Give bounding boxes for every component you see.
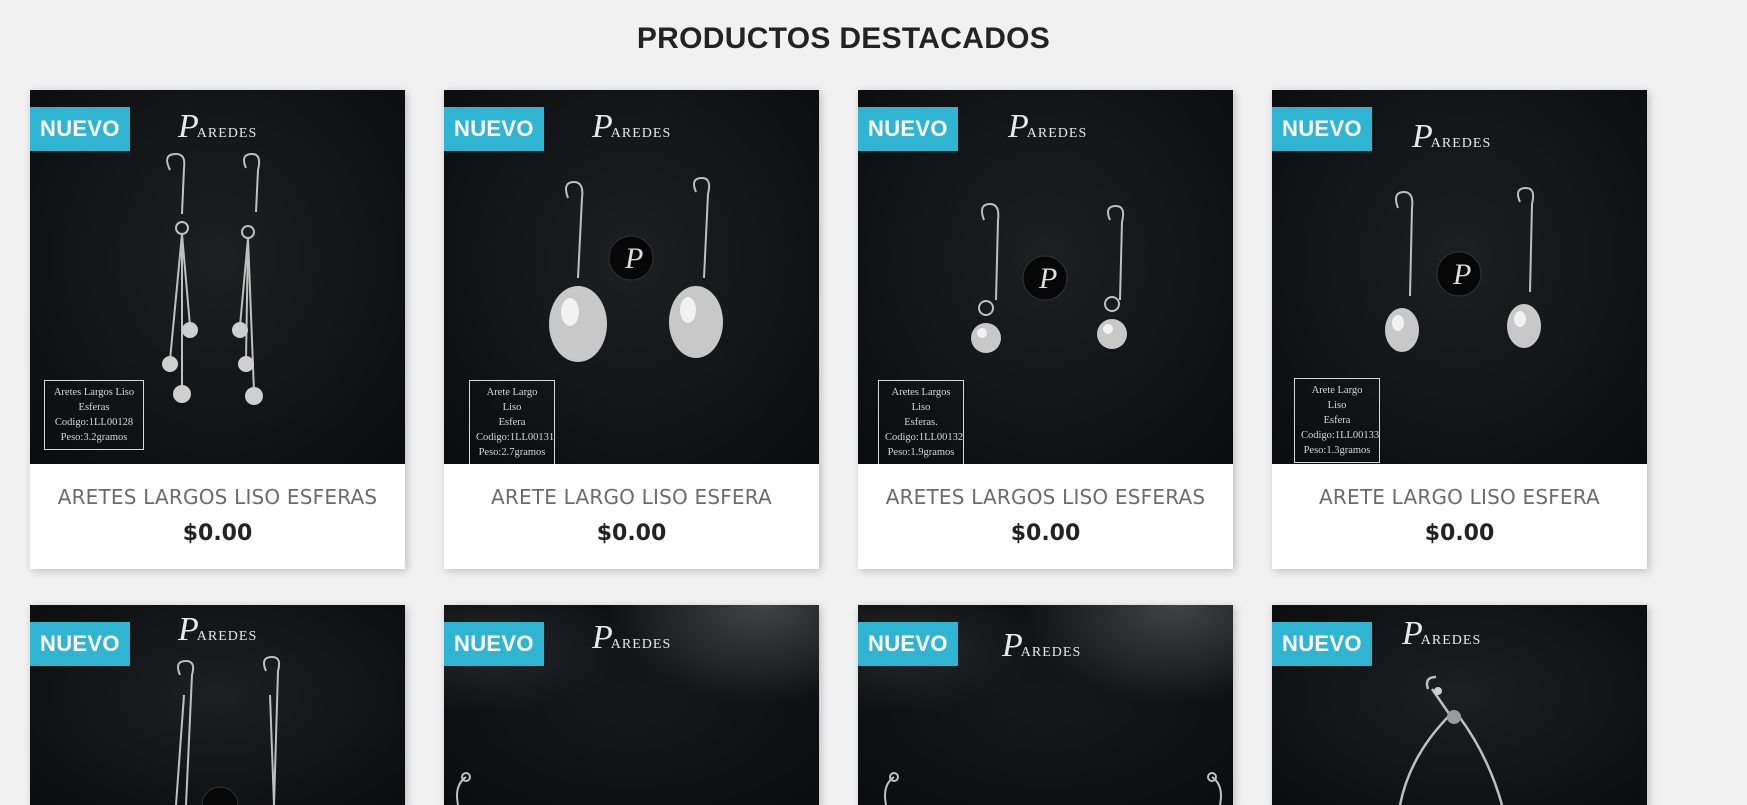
product-card[interactable]: NUEVO PAREDES P Arete Largo Liso Esfera … (1272, 90, 1647, 569)
product-image[interactable]: NUEVO PAREDES (858, 605, 1233, 805)
product-name[interactable]: ARETE LARGO LISO ESFERA (1272, 464, 1647, 509)
product-tag: Arete Largo Liso Esfera Codigo:1LL00133 … (1294, 378, 1380, 463)
product-tag: Aretes Largos Liso Esferas Codigo:1LL001… (44, 380, 144, 450)
svg-text:P: P (1038, 262, 1057, 295)
brand-logo: PAREDES (178, 611, 258, 648)
product-tag: Arete Largo Liso Esfera Codigo:1LL00131 … (469, 380, 555, 464)
product-card[interactable]: NUEVO PAREDES (444, 605, 819, 805)
new-badge: NUEVO (1272, 107, 1372, 151)
product-price: $0.00 (182, 521, 253, 546)
new-badge: NUEVO (30, 622, 130, 666)
product-image[interactable]: NUEVO PAREDES (30, 605, 405, 805)
new-badge: NUEVO (858, 622, 958, 666)
new-badge: NUEVO (858, 107, 958, 151)
product-card[interactable]: NUEVO PAREDES P Arete Largo Liso Esfera … (444, 90, 819, 569)
product-card[interactable]: NUEVO PAREDES P Aretes Largos Liso Esfer… (858, 90, 1233, 569)
svg-text:P: P (624, 242, 643, 275)
product-card[interactable]: NUEVO PAREDES (30, 605, 405, 805)
new-badge: NUEVO (1272, 622, 1372, 666)
product-name[interactable]: ARETES LARGOS LISO ESFERAS (30, 464, 405, 509)
product-image[interactable]: NUEVO PAREDES (1272, 605, 1647, 805)
product-tag: Aretes Largos Liso Esferas. Codigo:1LL00… (878, 380, 964, 464)
new-badge: NUEVO (30, 107, 130, 151)
new-badge: NUEVO (444, 107, 544, 151)
section-title: PRODUCTOS DESTACADOS (636, 22, 1051, 55)
product-price: $0.00 (1424, 521, 1495, 546)
brand-logo: PAREDES (1402, 615, 1482, 652)
product-price: $0.00 (596, 521, 667, 546)
product-grid: NUEVO PAREDES Aretes Largos Liso Esferas… (30, 90, 1647, 805)
product-card[interactable]: NUEVO PAREDES (858, 605, 1233, 805)
brand-logo: PAREDES (592, 108, 672, 145)
brand-logo: PAREDES (1412, 118, 1492, 155)
brand-logo: PAREDES (178, 108, 258, 145)
svg-text:P: P (1452, 258, 1471, 291)
brand-logo: PAREDES (1008, 108, 1088, 145)
product-image[interactable]: NUEVO PAREDES P Aretes Largos Liso Esfer… (858, 90, 1233, 464)
new-badge: NUEVO (444, 622, 544, 666)
product-price: $0.00 (1010, 521, 1081, 546)
product-card[interactable]: NUEVO PAREDES (30, 90, 405, 569)
product-name[interactable]: ARETE LARGO LISO ESFERA (444, 464, 819, 509)
product-image[interactable]: NUEVO PAREDES (30, 90, 405, 464)
product-image[interactable]: NUEVO PAREDES (444, 605, 819, 805)
product-card[interactable]: NUEVO PAREDES (1272, 605, 1647, 805)
product-image[interactable]: NUEVO PAREDES P Arete Largo Liso Esfera … (1272, 90, 1647, 464)
product-name[interactable]: ARETES LARGOS LISO ESFERAS (858, 464, 1233, 509)
brand-logo: PAREDES (592, 619, 672, 656)
product-image[interactable]: NUEVO PAREDES P Arete Largo Liso Esfera … (444, 90, 819, 464)
brand-logo: PAREDES (1002, 627, 1082, 664)
